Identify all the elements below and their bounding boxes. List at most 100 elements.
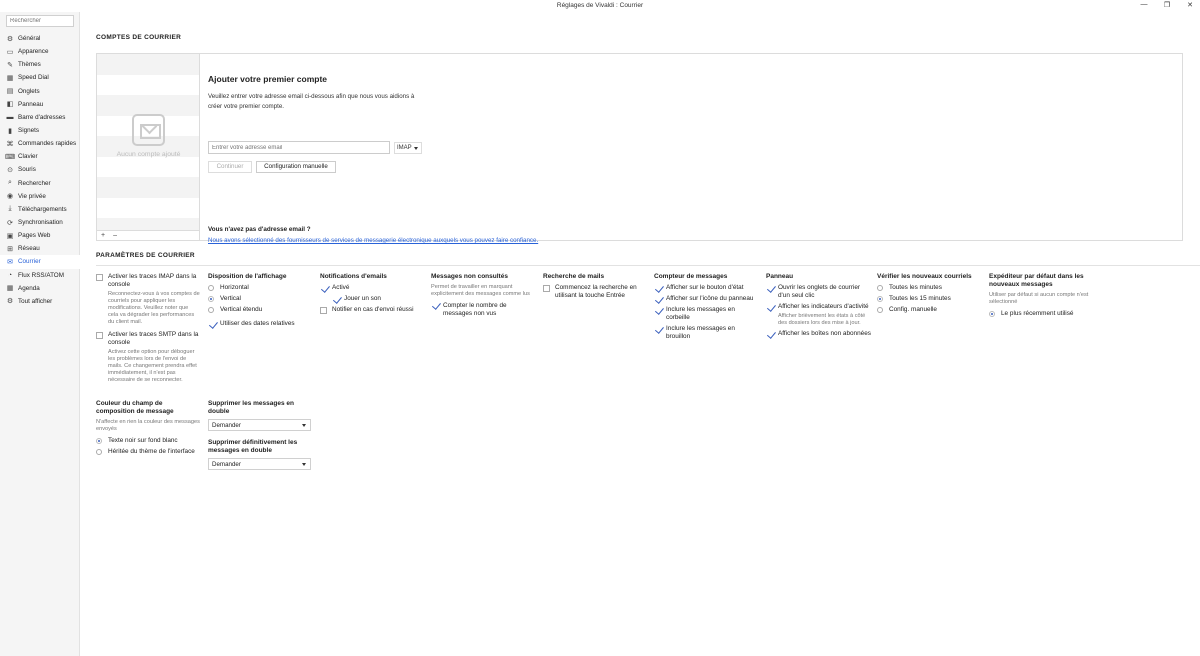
status-button-option[interactable]: Afficher sur le bouton d'état [654, 284, 760, 292]
perm-delete-duplicates-select[interactable]: Demander [208, 458, 311, 470]
open-tabs-checkbox[interactable] [766, 285, 773, 292]
layout-vertical-radio[interactable] [208, 296, 214, 302]
black-on-white-option[interactable]: Texte noir sur fond blanc [96, 437, 200, 445]
layout-horizontal-option[interactable]: Horizontal [208, 284, 314, 292]
layout-horizontal-radio[interactable] [208, 285, 214, 291]
include-trash-option[interactable]: Inclure les messages en corbeille [654, 306, 760, 322]
activity-indicators-checkbox[interactable] [766, 304, 773, 311]
check-every-15-option[interactable]: Toutes les 15 minutes [877, 295, 983, 303]
sidebar-item-eye[interactable]: ◉ Vie privée [0, 190, 80, 203]
enter-search-option[interactable]: Commencez la recherche en utilisant la t… [543, 284, 649, 300]
imap-trace-option[interactable]: Activer les traces IMAP dans la console … [96, 273, 200, 326]
open-tabs-option[interactable]: Ouvrir les onglets de courrier d'un seul… [766, 284, 872, 300]
sidebar-item-rss[interactable]: ◔ Flux RSS/ATOM [0, 269, 80, 282]
check-every-15-radio[interactable] [877, 296, 883, 302]
search-input[interactable] [6, 15, 74, 27]
black-on-white-radio[interactable] [96, 437, 102, 444]
activity-indicators-option[interactable]: Afficher les indicateurs d'activité Affi… [766, 303, 872, 327]
empty-account-text: Aucun compte ajouté [116, 151, 181, 158]
accounts-section-title: COMPTES DE COURRIER [96, 34, 182, 41]
layout-vertical-extended-option[interactable]: Vertical étendu [208, 306, 314, 314]
continue-button[interactable]: Continuer [208, 161, 252, 173]
inherit-theme-option[interactable]: Héritée du thème de l'interface [96, 448, 200, 456]
smtp-trace-checkbox[interactable] [96, 331, 103, 339]
panel-icon-checkbox[interactable] [654, 296, 661, 303]
sidebar-item-tabs[interactable]: ▤ Onglets [0, 85, 80, 98]
sidebar-item-keyboard[interactable]: ⌨ Clavier [0, 150, 80, 163]
restore-icon[interactable]: ❐ [1163, 1, 1171, 9]
minimize-icon[interactable]: — [1140, 1, 1148, 9]
sidebar-item-network[interactable]: ⊞ Réseau [0, 242, 80, 255]
remove-account-button[interactable]: – [113, 232, 117, 239]
layout-vertical-extended-label: Vertical étendu [220, 306, 263, 313]
check-manual-option[interactable]: Config. manuelle [877, 306, 983, 314]
perm-delete-duplicates-value: Demander [212, 461, 241, 468]
panel-icon-option[interactable]: Afficher sur l'icône du panneau [654, 295, 760, 303]
sidebar-item-mail[interactable]: ✉ Courrier [0, 255, 80, 269]
main-content: COMPTES DE COURRIER Aucun compte ajouté … [80, 12, 1200, 656]
sidebar-item-sync[interactable]: ⟳ Synchronisation [0, 216, 80, 229]
inherit-theme-radio[interactable] [96, 448, 102, 455]
manual-config-button[interactable]: Configuration manuelle [256, 161, 336, 173]
include-trash-checkbox[interactable] [654, 307, 661, 314]
count-unseen-option[interactable]: Compter le nombre de messages non vus [431, 302, 537, 318]
sender-recent-radio[interactable] [989, 310, 995, 317]
count-unseen-checkbox[interactable] [431, 302, 438, 309]
protocol-select[interactable]: IMAP [394, 142, 422, 154]
sidebar-item-grid[interactable]: ▦ Speed Dial [0, 71, 80, 84]
sidebar-item-settings-all[interactable]: ⚙ Tout afficher [0, 295, 80, 308]
imap-trace-checkbox[interactable] [96, 273, 103, 281]
close-icon[interactable]: ✕ [1186, 1, 1194, 9]
check-manual-radio[interactable] [877, 307, 883, 313]
unsubscribed-checkbox[interactable] [766, 331, 773, 338]
perm-delete-duplicates-title: Supprimer définitivement les messages en… [208, 439, 298, 454]
sidebar-item-palette[interactable]: ✎ Thèmes [0, 58, 80, 71]
notifications-enabled-checkbox[interactable] [320, 285, 327, 292]
include-drafts-checkbox[interactable] [654, 326, 661, 333]
sidebar-item-mouse[interactable]: ⊙ Souris [0, 163, 80, 176]
relative-dates-checkbox[interactable] [208, 321, 215, 328]
sidebar-item-quick-command[interactable]: ⌘ Commandes rapides [0, 137, 80, 150]
play-sound-option[interactable]: Jouer un son [332, 295, 426, 303]
chevron-down-icon [302, 424, 306, 427]
sidebar-item-web-page[interactable]: ▣ Pages Web [0, 229, 80, 242]
sidebar-item-window[interactable]: ▭ Apparence [0, 45, 80, 58]
include-drafts-option[interactable]: Inclure les messages en brouillon [654, 325, 760, 341]
sender-recent-label: Le plus récemment utilisé [1001, 309, 1074, 317]
sidebar-item-calendar[interactable]: ▦ Agenda [0, 282, 80, 295]
sender-recent-option[interactable]: Le plus récemment utilisé [989, 310, 1093, 318]
sidebar-item-gear[interactable]: ⚙ Général [0, 32, 80, 45]
providers-link[interactable]: Nous avons sélectionné des fournisseurs … [208, 237, 538, 244]
status-button-checkbox[interactable] [654, 285, 661, 292]
sidebar-item-label: Général [18, 35, 41, 43]
check-every-minute-option[interactable]: Toutes les minutes [877, 284, 983, 292]
notify-sent-checkbox[interactable] [320, 306, 327, 314]
sidebar-item-bookmark[interactable]: ▮ Signets [0, 124, 80, 137]
notifications-enabled-option[interactable]: Activé [320, 284, 426, 292]
compose-color-help: N'affecte en rien la couleur des message… [96, 419, 200, 433]
web-page-icon: ▣ [6, 232, 14, 240]
layout-vertical-extended-radio[interactable] [208, 307, 214, 313]
enter-search-checkbox[interactable] [543, 284, 550, 292]
add-account-button[interactable]: + [101, 232, 105, 239]
sidebar-item-panel[interactable]: ◧ Panneau [0, 98, 80, 111]
sidebar-item-address-bar[interactable]: ▬ Barre d'adresses [0, 111, 80, 124]
sidebar-item-search[interactable]: ⌕ Rechercher [0, 177, 80, 190]
relative-dates-option[interactable]: Utiliser des dates relatives [208, 320, 314, 328]
sidebar-item-download[interactable]: ⤓ Téléchargements [0, 203, 80, 216]
title-bar: Réglages de Vivaldi : Courrier — ❐ ✕ [0, 0, 1200, 12]
play-sound-checkbox[interactable] [332, 296, 339, 303]
window-icon: ▭ [6, 48, 14, 56]
check-every-minute-radio[interactable] [877, 285, 883, 291]
layout-vertical-option[interactable]: Vertical [208, 295, 314, 303]
sidebar-item-label: Commandes rapides [18, 140, 77, 148]
delete-duplicates-select[interactable]: Demander [208, 419, 311, 431]
notify-sent-option[interactable]: Notifier en cas d'envoi réussi [320, 306, 426, 314]
mail-icon: ✉ [7, 258, 13, 266]
quick-command-icon: ⌘ [6, 140, 14, 148]
grid-icon: ▦ [6, 74, 14, 82]
email-address-input[interactable] [208, 141, 390, 154]
notifications-title: Notifications d'emails [320, 273, 387, 280]
unsubscribed-option[interactable]: Afficher les boîtes non abonnées [766, 330, 872, 338]
smtp-trace-option[interactable]: Activer les traces SMTP dans la console … [96, 331, 200, 384]
